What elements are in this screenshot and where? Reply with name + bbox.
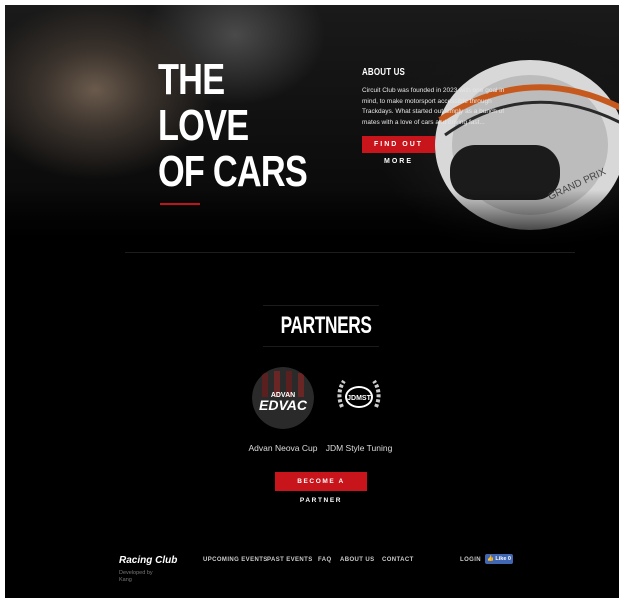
partner-jdm[interactable]: JDMST JDM Style Tuning: [309, 367, 409, 453]
hero-title: THE LOVE OF CARS: [158, 55, 308, 196]
login-link[interactable]: LOGIN: [460, 557, 481, 563]
title-underline: [160, 203, 200, 205]
nav-upcoming-events[interactable]: UPCOMING EVENTS: [203, 557, 268, 563]
like-label: Like 0: [495, 556, 511, 562]
about-heading: ABOUT US: [362, 67, 406, 78]
nav-past-events[interactable]: PAST EVENTS: [267, 557, 313, 563]
find-out-more-button[interactable]: FIND OUT MORE: [362, 136, 435, 165]
page: GRAND PRIX THE LOVE OF CARS ABOUT US Cir…: [5, 5, 619, 598]
nav-contact[interactable]: CONTACT: [382, 557, 414, 563]
hero-title-line: LOVE: [158, 101, 249, 150]
partner-name[interactable]: JDM Style Tuning: [309, 443, 409, 453]
footer-brand[interactable]: Racing Club: [119, 555, 177, 566]
hero-title-line: THE: [158, 55, 225, 104]
developed-by-label: Developed by: [119, 570, 153, 576]
svg-text:EDVAC: EDVAC: [259, 397, 308, 413]
hero-title-line: OF CARS: [158, 147, 308, 196]
partners-heading-text: PARTNERS: [280, 312, 372, 339]
nav-about-us[interactable]: ABOUT US: [340, 557, 375, 563]
advan-logo[interactable]: ADVAN EDVAC: [252, 367, 314, 429]
developer-name[interactable]: Kang: [119, 577, 159, 584]
partners-heading: PARTNERS: [263, 305, 379, 347]
nav-faq[interactable]: FAQ: [318, 557, 332, 563]
about-text: Circuit Club was founded in 2023 with on…: [362, 87, 505, 126]
svg-text:JDMST: JDMST: [347, 395, 371, 402]
footer-credit: Developed by Kang: [119, 570, 159, 584]
facebook-like-button[interactable]: 👍 Like 0: [485, 554, 513, 564]
hero-section: GRAND PRIX THE LOVE OF CARS ABOUT US Cir…: [5, 5, 619, 250]
become-partner-button[interactable]: BECOME A PARTNER: [275, 472, 367, 504]
thumbs-up-icon: 👍: [487, 556, 494, 562]
jdmst-logo[interactable]: JDMST: [328, 367, 390, 429]
about-block: ABOUT US Circuit Club was founded in 202…: [362, 67, 512, 165]
section-divider: [125, 252, 575, 253]
